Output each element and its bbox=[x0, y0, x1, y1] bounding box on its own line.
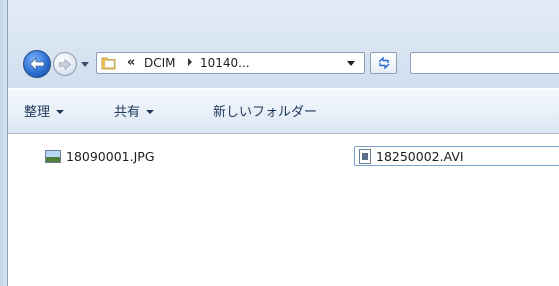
share-label: 共有 bbox=[114, 105, 141, 120]
new-folder-button[interactable]: 新しいフォルダー bbox=[213, 101, 317, 120]
image-file-icon bbox=[45, 149, 61, 163]
back-button[interactable] bbox=[23, 50, 51, 78]
command-bar: 整理 共有 新しいフォルダー bbox=[8, 88, 559, 134]
file-name: 18250002.AVI bbox=[376, 148, 464, 164]
address-bar[interactable]: « DCIM 10140... bbox=[96, 52, 365, 74]
share-menu-button[interactable]: 共有 bbox=[114, 101, 155, 120]
breadcrumb-item-folder[interactable]: 10140... bbox=[200, 56, 250, 70]
video-file-icon bbox=[359, 148, 371, 164]
window-left-border bbox=[0, 0, 8, 286]
organize-label: 整理 bbox=[24, 105, 51, 120]
search-input[interactable] bbox=[410, 52, 559, 74]
refresh-button[interactable] bbox=[370, 52, 397, 74]
folder-icon bbox=[101, 57, 116, 70]
breadcrumb-item-dcim[interactable]: DCIM bbox=[144, 56, 176, 70]
breadcrumb-separator-icon[interactable] bbox=[188, 58, 192, 66]
organize-menu-button[interactable]: 整理 bbox=[24, 101, 65, 120]
file-item-jpg[interactable]: 18090001.JPG bbox=[45, 146, 155, 166]
forward-arrow-icon bbox=[59, 58, 71, 70]
forward-button[interactable] bbox=[53, 52, 77, 76]
new-folder-label: 新しいフォルダー bbox=[213, 105, 318, 120]
file-list[interactable]: 18090001.JPG 18250002.AVI bbox=[8, 134, 559, 286]
navigation-row: « DCIM 10140... bbox=[23, 47, 559, 79]
breadcrumb-overflow[interactable]: « bbox=[127, 55, 135, 70]
address-dropdown-button[interactable] bbox=[344, 55, 358, 71]
chevron-down-icon bbox=[146, 109, 155, 114]
chevron-down-icon bbox=[56, 109, 65, 114]
explorer-window: « DCIM 10140... 整理 共有 新しいフォルダー 18090001.… bbox=[0, 0, 559, 286]
back-arrow-icon bbox=[29, 57, 45, 71]
refresh-arrows-icon bbox=[378, 57, 389, 69]
file-name: 18090001.JPG bbox=[66, 148, 155, 164]
file-item-avi[interactable]: 18250002.AVI bbox=[354, 146, 559, 166]
recent-pages-button[interactable] bbox=[79, 58, 91, 70]
chevron-down-icon bbox=[347, 60, 355, 66]
chevron-down-icon bbox=[81, 61, 89, 67]
